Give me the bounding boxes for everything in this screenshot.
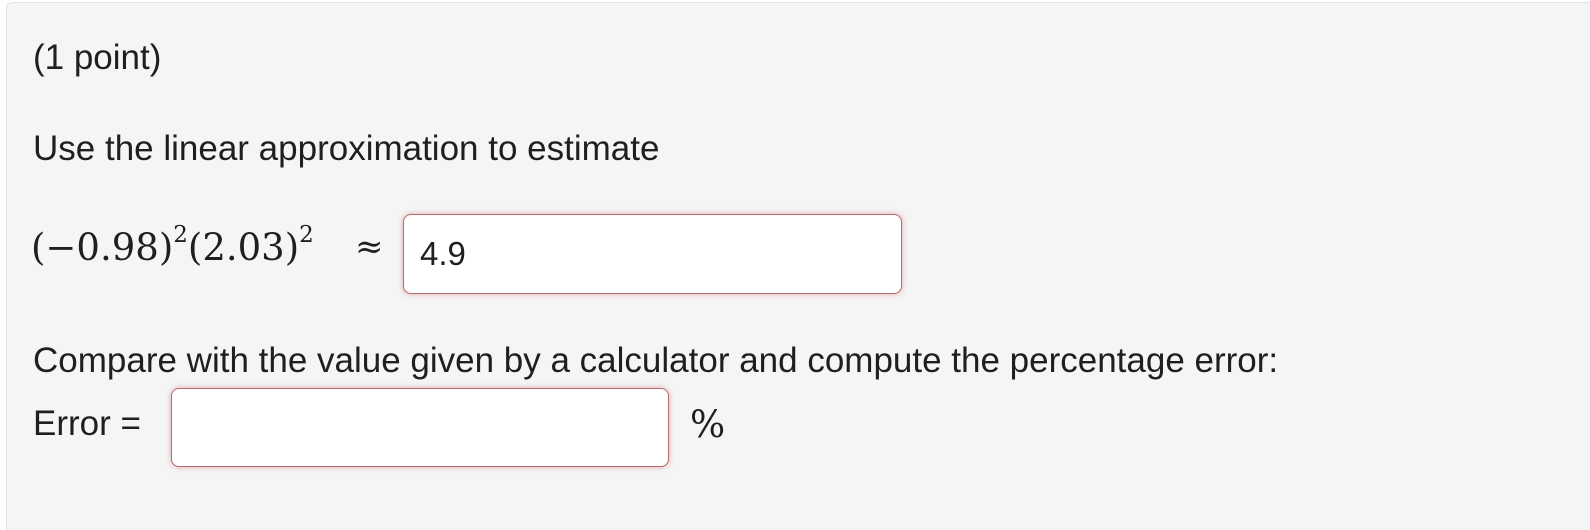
expression-exponent-1: 2	[173, 221, 188, 248]
percentage-error-input[interactable]	[171, 388, 669, 467]
approx-symbol: ≈	[355, 227, 384, 267]
problem-panel: (1 point) Use the linear approximation t…	[6, 2, 1590, 530]
expression-term-2: (2.03)	[187, 226, 300, 269]
problem-prompt: Use the linear approximation to estimate	[33, 129, 660, 168]
points-label: (1 point)	[33, 38, 162, 77]
estimate-answer-input[interactable]	[403, 214, 902, 294]
compare-instruction: Compare with the value given by a calcul…	[33, 341, 1279, 380]
error-label: Error =	[33, 404, 141, 443]
expression-term-1: (−0.98)	[31, 226, 174, 269]
expression-exponent-2: 2	[299, 221, 314, 248]
percent-symbol: %	[690, 403, 726, 446]
math-expression: (−0.98)2(2.03)2	[31, 223, 314, 273]
